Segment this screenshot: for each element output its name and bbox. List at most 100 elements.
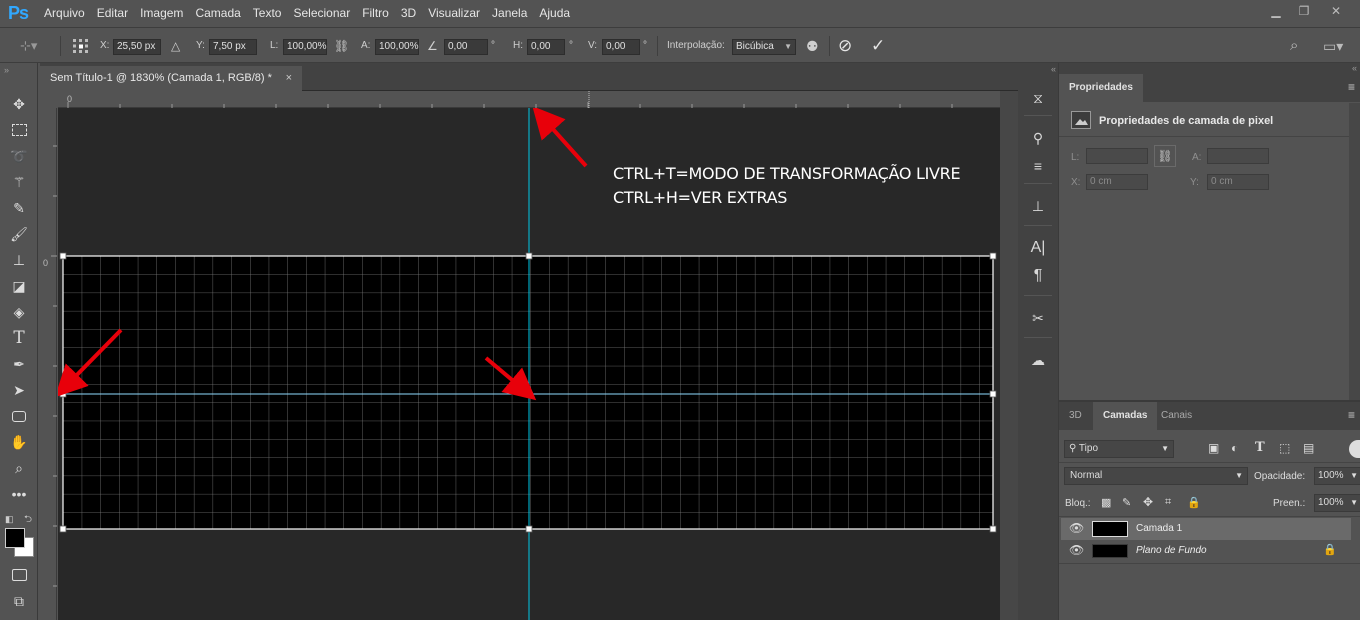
transform-handle-tr[interactable] bbox=[989, 252, 997, 260]
x-position-field[interactable]: 25,50 px bbox=[113, 39, 161, 55]
hand-tool-icon[interactable]: ✋ bbox=[5, 430, 33, 454]
commit-transform-icon[interactable]: ✓ bbox=[871, 28, 885, 64]
document-canvas[interactable]: CTRL+T=MODO DE TRANSFORMAÇÃO LIVRE CTRL+… bbox=[58, 108, 1000, 620]
rotation-field[interactable]: 0,00 bbox=[444, 39, 488, 55]
v-skew-field[interactable]: 0,00 bbox=[602, 39, 640, 55]
visibility-eye-icon[interactable]: 👁 bbox=[1069, 521, 1084, 535]
y-field[interactable]: 0 cm bbox=[1207, 174, 1269, 190]
menu-visualizar[interactable]: Visualizar bbox=[422, 0, 486, 27]
ruler-origin[interactable] bbox=[40, 91, 58, 108]
collapse-icon[interactable]: « bbox=[1352, 63, 1357, 73]
tab-camadas[interactable]: Camadas bbox=[1093, 402, 1158, 430]
menu-selecionar[interactable]: Selecionar bbox=[287, 0, 356, 27]
workspace-icon[interactable]: ▭▾ bbox=[1323, 28, 1343, 64]
width-percent-field[interactable]: 100,00% bbox=[283, 39, 327, 55]
warp-mode-icon[interactable]: ⚉ bbox=[806, 28, 819, 64]
default-colors-icon[interactable]: ◧ bbox=[5, 514, 14, 525]
adjustments-icon[interactable]: ≡ bbox=[1026, 155, 1050, 177]
lock-artboard-icon[interactable]: ⌗ bbox=[1165, 496, 1171, 509]
opacity-field[interactable]: 100% ▼ bbox=[1314, 467, 1360, 485]
character-icon[interactable]: A| bbox=[1026, 237, 1050, 259]
layer-row-plano-de-fundo[interactable]: 👁 Plano de Fundo 🔒 bbox=[1061, 540, 1351, 562]
tool-presets-icon[interactable]: ✂ bbox=[1026, 307, 1050, 329]
link-icon[interactable]: ⛓ bbox=[334, 28, 349, 64]
shape-tool-icon[interactable] bbox=[5, 404, 33, 428]
document-tab[interactable]: Sem Título-1 @ 1830% (Camada 1, RGB/8) *… bbox=[40, 66, 302, 91]
more-tools-icon[interactable]: ••• bbox=[5, 482, 33, 506]
blend-mode-select[interactable]: Normal ▼ bbox=[1064, 467, 1248, 485]
panel-menu-icon[interactable]: ≡ bbox=[1348, 408, 1355, 422]
cancel-transform-icon[interactable]: ⊘ bbox=[838, 28, 852, 64]
y-position-field[interactable]: 7,50 px bbox=[209, 39, 257, 55]
pen-tool-icon[interactable]: ✒ bbox=[5, 352, 33, 376]
height-field[interactable] bbox=[1207, 148, 1269, 164]
transform-handle-bc[interactable] bbox=[525, 525, 533, 533]
foreground-color-swatch[interactable] bbox=[5, 528, 25, 548]
lock-transparent-icon[interactable]: ▩ bbox=[1101, 496, 1111, 509]
minimize-button[interactable]: ▁ bbox=[1262, 2, 1290, 20]
magic-wand-tool-icon[interactable]: ⚚ bbox=[5, 170, 33, 194]
swap-colors-icon[interactable]: ⮌ bbox=[24, 512, 32, 529]
brush-tool-icon[interactable]: 🖌 bbox=[5, 222, 33, 246]
type-tool-icon[interactable]: T bbox=[5, 326, 33, 350]
lasso-tool-icon[interactable]: ➰ bbox=[5, 144, 33, 168]
horizontal-ruler[interactable]: 0 bbox=[58, 91, 1000, 108]
menu-3d[interactable]: 3D bbox=[395, 0, 422, 27]
path-selection-tool-icon[interactable]: ➤ bbox=[5, 378, 33, 402]
collapse-icon[interactable]: » bbox=[4, 65, 9, 75]
transform-handle-br[interactable] bbox=[989, 525, 997, 533]
search-icon[interactable]: ⌕ bbox=[1290, 28, 1298, 64]
x-field[interactable]: 0 cm bbox=[1086, 174, 1148, 190]
tab-canais[interactable]: Canais bbox=[1151, 402, 1202, 430]
panel-menu-icon[interactable]: ≡ bbox=[1348, 80, 1355, 94]
stamp-tool-icon[interactable]: ⊥ bbox=[5, 248, 33, 272]
menu-filtro[interactable]: Filtro bbox=[356, 0, 395, 27]
move-tool-preset-icon[interactable]: ⊹▾ bbox=[20, 28, 37, 64]
eraser-tool-icon[interactable]: ◪ bbox=[5, 274, 33, 298]
fill-field[interactable]: 100% ▼ bbox=[1314, 494, 1360, 512]
document-scrollbar[interactable] bbox=[1000, 91, 1018, 620]
clone-source-icon[interactable]: ⊥ bbox=[1026, 195, 1050, 217]
marquee-tool-icon[interactable] bbox=[5, 118, 33, 142]
tab-propriedades[interactable]: Propriedades bbox=[1059, 74, 1143, 102]
width-field[interactable] bbox=[1086, 148, 1148, 164]
filter-adjustment-icon[interactable]: ◐ bbox=[1231, 441, 1238, 455]
menu-texto[interactable]: Texto bbox=[247, 0, 288, 27]
transform-handle-mr[interactable] bbox=[989, 390, 997, 398]
filter-smart-object-icon[interactable]: ▤ bbox=[1303, 441, 1314, 455]
lock-position-icon[interactable]: ✥ bbox=[1143, 495, 1153, 509]
menu-editar[interactable]: Editar bbox=[91, 0, 134, 27]
vertical-ruler[interactable]: 0 bbox=[40, 108, 57, 620]
eyedropper-tool-icon[interactable]: ✎ bbox=[5, 196, 33, 220]
zoom-tool-icon[interactable]: ⌕ bbox=[5, 456, 33, 480]
transform-handle-tl[interactable] bbox=[59, 252, 67, 260]
filter-pixel-icon[interactable]: ▣ bbox=[1208, 441, 1219, 455]
close-window-button[interactable]: ✕ bbox=[1322, 2, 1350, 20]
filter-toggle[interactable] bbox=[1349, 440, 1360, 458]
interpolation-select[interactable]: Bicúbica ▼ bbox=[732, 39, 796, 55]
lock-image-icon[interactable]: ✎ bbox=[1122, 496, 1131, 509]
move-tool-icon[interactable]: ✥ bbox=[5, 92, 33, 116]
height-percent-field[interactable]: 100,00% bbox=[375, 39, 419, 55]
menu-ajuda[interactable]: Ajuda bbox=[533, 0, 576, 27]
restore-button[interactable]: ❐ bbox=[1290, 2, 1318, 20]
relative-position-icon[interactable]: △ bbox=[171, 28, 180, 64]
menu-arquivo[interactable]: Arquivo bbox=[38, 0, 91, 27]
collapse-icon[interactable]: « bbox=[1022, 64, 1056, 74]
transform-handle-tc[interactable] bbox=[525, 252, 533, 260]
menu-janela[interactable]: Janela bbox=[486, 0, 533, 27]
properties-scrollbar[interactable] bbox=[1349, 103, 1360, 400]
close-tab-icon[interactable]: × bbox=[286, 66, 292, 91]
menu-camada[interactable]: Camada bbox=[189, 0, 246, 27]
layer-filter-select[interactable]: ⚲ Tipo ▼ bbox=[1064, 440, 1174, 458]
h-skew-field[interactable]: 0,00 bbox=[527, 39, 565, 55]
transform-handle-ml[interactable] bbox=[59, 390, 67, 398]
visibility-eye-icon[interactable]: 👁 bbox=[1069, 543, 1084, 557]
filter-type-icon[interactable]: T bbox=[1255, 440, 1265, 455]
screen-mode-icon[interactable]: ⧉ bbox=[5, 589, 33, 613]
tab-3d[interactable]: 3D bbox=[1059, 402, 1092, 430]
menu-imagem[interactable]: Imagem bbox=[134, 0, 189, 27]
libraries-icon[interactable]: ☁ bbox=[1026, 349, 1050, 371]
quick-mask-icon[interactable] bbox=[5, 563, 33, 587]
link-dimensions-icon[interactable]: ⛓ bbox=[1154, 145, 1176, 167]
